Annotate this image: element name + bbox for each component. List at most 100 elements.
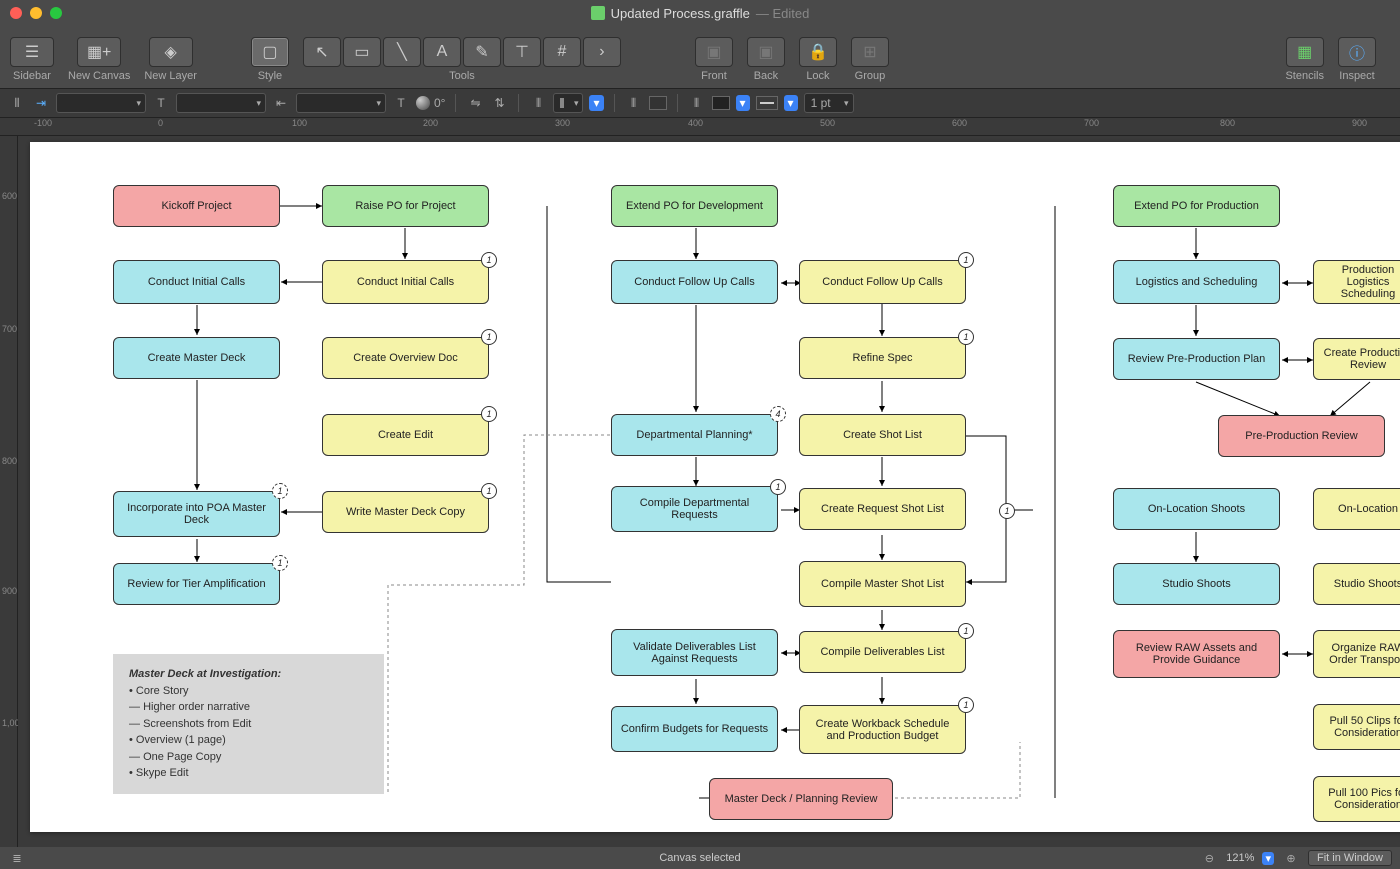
pen-tool[interactable]: ✎: [463, 37, 501, 67]
group-button[interactable]: ⊞: [851, 37, 889, 67]
align-icon[interactable]: ⦀: [529, 94, 547, 112]
fill-color-swatch[interactable]: [649, 96, 667, 110]
node-create-master-deck[interactable]: Create Master Deck: [113, 337, 280, 379]
expand-tools[interactable]: ›: [583, 37, 621, 67]
node-label: Conduct Initial Calls: [148, 276, 245, 288]
style-button[interactable]: ▢: [251, 37, 289, 67]
node-pull-100[interactable]: Pull 100 Pics for Consideration: [1313, 776, 1400, 822]
node-confirm-budgets[interactable]: Confirm Budgets for Requests: [611, 706, 778, 752]
stroke-width-select[interactable]: 1 pt: [804, 93, 854, 113]
horizontal-ruler: -100 0 100 200 300 400 500 600 700 800 9…: [0, 118, 1400, 136]
back-button[interactable]: ▣: [747, 37, 785, 67]
node-review-preprod-plan[interactable]: Review Pre-Production Plan: [1113, 338, 1280, 380]
node-departmental-planning[interactable]: Departmental Planning*: [611, 414, 778, 456]
flip-v-icon[interactable]: ⇅: [490, 94, 508, 112]
canvas-paper[interactable]: Kickoff Project Raise PO for Project Con…: [30, 142, 1400, 832]
stroke-apply[interactable]: ▾: [736, 95, 750, 111]
node-create-overview-doc[interactable]: Create Overview Doc: [322, 337, 489, 379]
node-studio-shoots[interactable]: Studio Shoots: [1113, 563, 1280, 605]
stroke-style-swatch[interactable]: [756, 96, 778, 110]
lock-button[interactable]: 🔒: [799, 37, 837, 67]
snap-icon[interactable]: ⇥: [32, 94, 50, 112]
node-create-production-review[interactable]: Create Production Review: [1313, 338, 1400, 380]
fill-enabled-icon[interactable]: ⦀: [625, 94, 643, 112]
front-button[interactable]: ▣: [695, 37, 733, 67]
node-conduct-followup-calls-2[interactable]: Conduct Follow Up Calls: [799, 260, 966, 304]
node-extend-po-production[interactable]: Extend PO for Production: [1113, 185, 1280, 227]
statusbar: ≣ Canvas selected ⊖ 121% ▾ ⊕ Fit in Wind…: [0, 847, 1400, 869]
grid-tool[interactable]: #: [543, 37, 581, 67]
node-create-edit[interactable]: Create Edit: [322, 414, 489, 456]
inspect-button[interactable]: ⓘ: [1338, 37, 1376, 67]
node-compile-deliverables[interactable]: Compile Deliverables List: [799, 631, 966, 673]
node-review-tier-amp[interactable]: Review for Tier Amplification: [113, 563, 280, 605]
node-on-location-2[interactable]: On-Location: [1313, 488, 1400, 530]
shape-tool[interactable]: ▭: [343, 37, 381, 67]
note-list: Core Story Higher order narrative Screen…: [129, 683, 368, 782]
stencils-label: Stencils: [1285, 70, 1324, 82]
node-label: Create Edit: [378, 429, 433, 441]
node-create-request-shot-list[interactable]: Create Request Shot List: [799, 488, 966, 530]
node-label: Review RAW Assets and Provide Guidance: [1122, 642, 1271, 666]
node-write-master-deck-copy[interactable]: Write Master Deck Copy: [322, 491, 489, 533]
node-compile-dept-requests[interactable]: Compile Departmental Requests: [611, 486, 778, 532]
node-production-logistics[interactable]: Production Logistics Scheduling: [1313, 260, 1400, 304]
node-label: Compile Deliverables List: [820, 646, 944, 658]
node-compile-master-shot-list[interactable]: Compile Master Shot List: [799, 561, 966, 607]
note-box[interactable]: Master Deck at Investigation: Core Story…: [113, 654, 384, 794]
stroke-enabled-icon[interactable]: ⦀: [688, 94, 706, 112]
node-refine-spec[interactable]: Refine Spec: [799, 337, 966, 379]
text-style-icon[interactable]: T: [152, 94, 170, 112]
leading-select[interactable]: [296, 93, 386, 113]
node-studio-shoots-2[interactable]: Studio Shoots: [1313, 563, 1400, 605]
badge-icon: 1: [958, 697, 974, 713]
sidebar-button[interactable]: ☰: [10, 37, 54, 67]
node-master-deck-review[interactable]: Master Deck / Planning Review: [709, 778, 893, 820]
line-tool[interactable]: ╲: [383, 37, 421, 67]
node-on-location-shoots[interactable]: On-Location Shoots: [1113, 488, 1280, 530]
lock-group: 🔒 Lock: [799, 37, 837, 82]
node-extend-po-dev[interactable]: Extend PO for Development: [611, 185, 778, 227]
node-validate-deliverables[interactable]: Validate Deliverables List Against Reque…: [611, 629, 778, 676]
stencils-button[interactable]: ▦: [1286, 37, 1324, 67]
node-conduct-followup-calls[interactable]: Conduct Follow Up Calls: [611, 260, 778, 304]
shape-select[interactable]: [553, 93, 583, 113]
badge-icon: 1: [958, 329, 974, 345]
font-family-select[interactable]: [56, 93, 146, 113]
point-tool[interactable]: ⊤: [503, 37, 541, 67]
text-color-icon[interactable]: T: [392, 94, 410, 112]
node-conduct-initial-calls-2[interactable]: Conduct Initial Calls: [322, 260, 489, 304]
guides-icon[interactable]: ⦀: [8, 94, 26, 112]
rotation-control[interactable]: 0°: [416, 96, 445, 110]
node-create-shot-list[interactable]: Create Shot List: [799, 414, 966, 456]
main-toolbar: ☰ Sidebar ▦+ New Canvas ◈ New Layer ▢ St…: [0, 26, 1400, 88]
note-item: Skype Edit: [129, 765, 368, 782]
node-preproduction-review[interactable]: Pre-Production Review: [1218, 415, 1385, 457]
node-review-raw-assets[interactable]: Review RAW Assets and Provide Guidance: [1113, 630, 1280, 678]
flip-h-icon[interactable]: ⇋: [466, 94, 484, 112]
new-canvas-button[interactable]: ▦+: [77, 37, 121, 67]
stroke-style-apply[interactable]: ▾: [784, 95, 798, 111]
ruler-tick: 200: [423, 118, 438, 128]
node-organize-raw[interactable]: Organize RAW Order Transport: [1313, 630, 1400, 678]
node-workback-schedule[interactable]: Create Workback Schedule and Production …: [799, 705, 966, 754]
shape-apply[interactable]: ▾: [589, 95, 603, 111]
node-raise-po[interactable]: Raise PO for Project: [322, 185, 489, 227]
select-tool[interactable]: ↖: [303, 37, 341, 67]
font-size-select[interactable]: [176, 93, 266, 113]
rotation-dial-icon[interactable]: [416, 96, 430, 110]
node-conduct-initial-calls[interactable]: Conduct Initial Calls: [113, 260, 280, 304]
text-tool[interactable]: A: [423, 37, 461, 67]
new-layer-button[interactable]: ◈: [149, 37, 193, 67]
ruler-tick: 400: [688, 118, 703, 128]
node-pull-50[interactable]: Pull 50 Clips for Consideration: [1313, 704, 1400, 750]
canvas-viewport[interactable]: Kickoff Project Raise PO for Project Con…: [18, 136, 1400, 847]
stroke-color-swatch[interactable]: [712, 96, 730, 110]
node-label: Pull 50 Clips for Consideration: [1322, 715, 1400, 739]
node-incorporate-poa[interactable]: Incorporate into POA Master Deck: [113, 491, 280, 537]
ruler-tick: 500: [820, 118, 835, 128]
node-label: Create Workback Schedule and Production …: [808, 718, 957, 742]
node-kickoff-project[interactable]: Kickoff Project: [113, 185, 280, 227]
baseline-icon[interactable]: ⇤: [272, 94, 290, 112]
node-logistics-scheduling[interactable]: Logistics and Scheduling: [1113, 260, 1280, 304]
